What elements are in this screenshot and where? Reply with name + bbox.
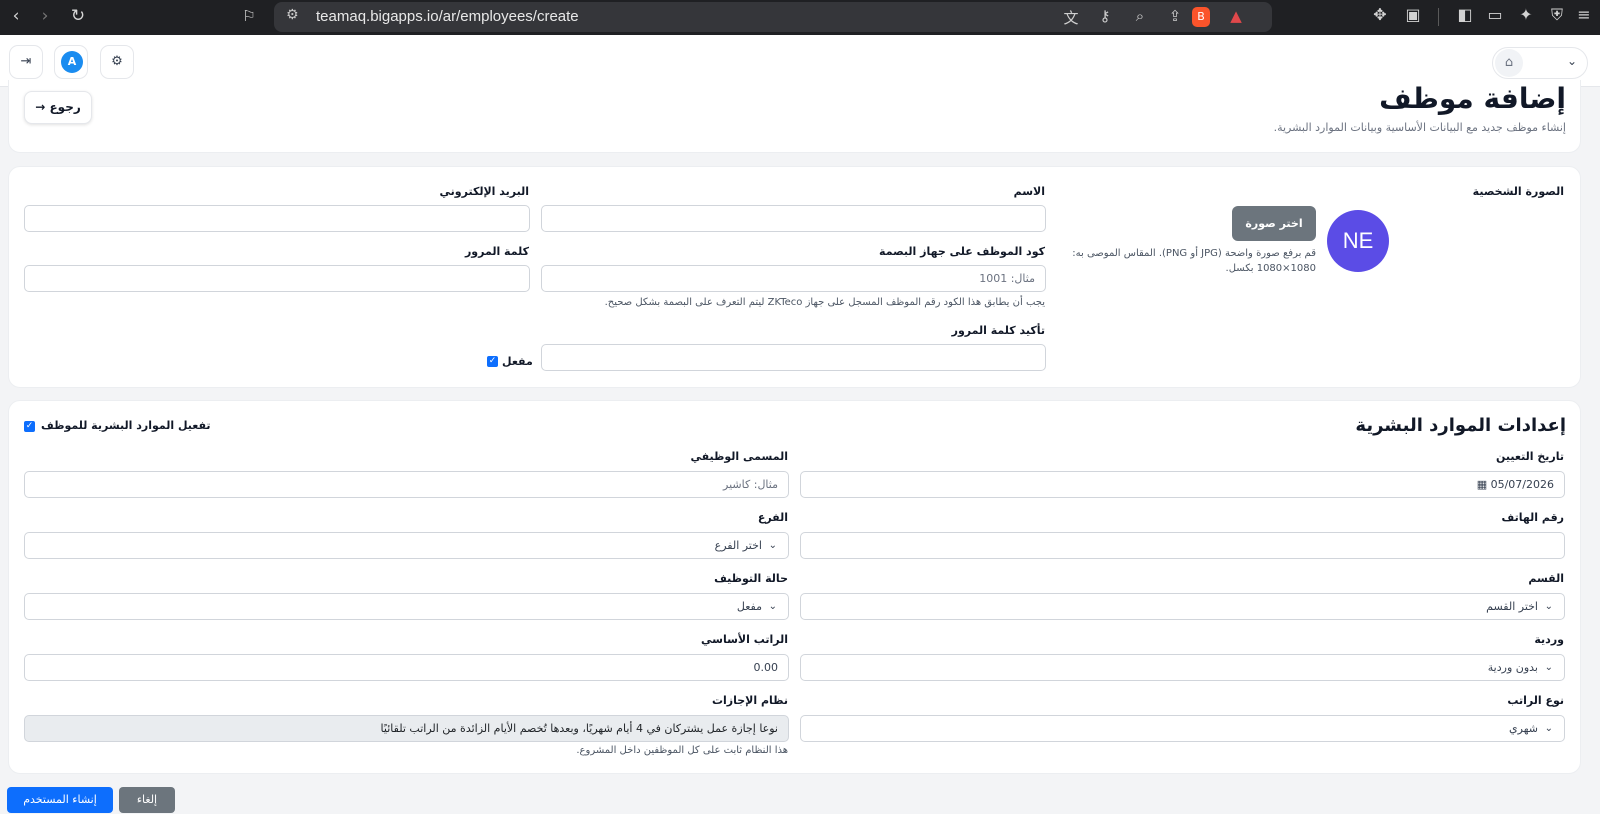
- home-icon[interactable]: ⌂: [1495, 49, 1523, 77]
- chevron-down-icon: ⌄: [1544, 601, 1553, 612]
- leo-ai-icon[interactable]: ✦: [1514, 5, 1538, 24]
- password-label: كلمة المرور: [464, 245, 529, 258]
- back-label: رجوع: [49, 100, 81, 114]
- choose-photo-button[interactable]: اختر صورة: [1232, 206, 1316, 241]
- brave-shield-icon[interactable]: B: [1192, 7, 1210, 27]
- leave-system-input: نوعا إجازة عمل يشتركان في 4 أيام شهريًا،…: [24, 715, 789, 742]
- vpn-icon[interactable]: ⛨: [1545, 5, 1569, 25]
- hire-date-value: 05/07/2026: [1490, 478, 1554, 491]
- shift-label: وردية: [1534, 633, 1564, 646]
- chevron-down-icon: ⌄: [1544, 662, 1553, 673]
- photo-help-line2: 1080×1080 بكسل.: [1225, 263, 1316, 274]
- password-input[interactable]: [24, 265, 530, 292]
- photo-label: الصورة الشخصية: [1472, 185, 1564, 198]
- check-icon: ✓: [25, 421, 34, 431]
- device-code-input[interactable]: مثال: 1001: [541, 265, 1046, 292]
- page-title: إضافة موظف: [1379, 82, 1566, 115]
- chevron-down-icon: ⌄: [768, 540, 777, 551]
- employment-status-value: مفعل: [736, 600, 762, 613]
- key-icon[interactable]: ⚷: [1094, 7, 1116, 25]
- settings-button[interactable]: ⚙: [100, 45, 134, 79]
- reload-icon[interactable]: ↻: [66, 4, 90, 28]
- device-code-label: كود الموظف على جهاز البصمة: [879, 245, 1045, 258]
- forward-arrow-icon[interactable]: ›: [33, 4, 57, 28]
- chevron-down-icon[interactable]: ⌄: [1567, 54, 1577, 68]
- base-salary-input[interactable]: 0.00: [24, 654, 789, 681]
- bookmark-icon[interactable]: ⚐: [237, 4, 261, 28]
- cancel-button[interactable]: إلغاء: [119, 787, 175, 813]
- chevron-down-icon: ⌄: [1544, 723, 1553, 734]
- hire-date-label: تاريخ التعيين: [1496, 450, 1564, 463]
- logout-button[interactable]: ⇥: [9, 45, 43, 79]
- confirm-password-input[interactable]: [541, 344, 1046, 371]
- shift-select[interactable]: ⌄ بدون وردية: [800, 654, 1565, 681]
- employee-avatar: NE: [1327, 210, 1389, 272]
- hr-enable-checkbox[interactable]: ✓: [24, 421, 35, 432]
- phone-label: رقم الهاتف: [1501, 511, 1564, 524]
- name-label: الاسم: [1013, 185, 1045, 198]
- share-icon[interactable]: ⇪: [1164, 7, 1186, 25]
- email-input[interactable]: [24, 205, 530, 232]
- logout-icon: ⇥: [20, 54, 32, 69]
- calendar-icon[interactable]: ▦: [1477, 478, 1487, 491]
- zoom-icon[interactable]: ⌕: [1129, 7, 1151, 25]
- job-title-input[interactable]: مثال: كاشير: [24, 471, 789, 498]
- device-code-help: يجب أن يطابق هذا الكود رقم الموظف المسجل…: [604, 297, 1045, 308]
- site-settings-icon[interactable]: ⚙: [286, 7, 299, 23]
- address-bar[interactable]: ⚙ teamaq.bigapps.io/ar/employees/create …: [274, 2, 1272, 32]
- salary-type-value: شهري: [1509, 722, 1538, 735]
- arrow-right-icon: →: [35, 100, 46, 114]
- extensions-icon[interactable]: ✥: [1368, 5, 1392, 24]
- home-menu[interactable]: ⌂ ⌄: [1492, 47, 1588, 79]
- wallet-icon[interactable]: ▭: [1483, 5, 1507, 24]
- employment-status-select[interactable]: ⌄ مفعل: [24, 593, 789, 620]
- header-card: [8, 80, 1581, 153]
- page-subtitle: إنشاء موظف جديد مع البيانات الأساسية وبي…: [1273, 121, 1566, 134]
- check-icon: ✓: [488, 356, 497, 366]
- department-label: القسم: [1528, 572, 1564, 585]
- gear-icon: ⚙: [111, 54, 123, 69]
- menu-icon[interactable]: ≡: [1572, 5, 1596, 24]
- salary-type-label: نوع الراتب: [1507, 694, 1564, 707]
- hr-enable-label: تفعيل الموارد البشرية للموظف: [41, 419, 211, 432]
- name-input[interactable]: [541, 205, 1046, 232]
- salary-type-select[interactable]: ⌄ شهري: [800, 715, 1565, 742]
- phone-input[interactable]: [800, 532, 1565, 559]
- branch-label: الفرع: [757, 511, 788, 524]
- branch-select[interactable]: ⌄ اختر الفرع: [24, 532, 789, 559]
- employment-status-label: حالة التوظيف: [714, 572, 788, 585]
- translate-icon[interactable]: 文: [1060, 7, 1082, 28]
- base-salary-label: الراتب الأساسي: [701, 633, 788, 646]
- sidebar-icon[interactable]: ◧: [1453, 5, 1477, 24]
- shift-value: بدون وردية: [1487, 661, 1538, 674]
- department-select[interactable]: ⌄ اختر القسم: [800, 593, 1565, 620]
- job-title-label: المسمى الوظيفي: [690, 450, 789, 463]
- photo-help-line1: قم برفع صورة واضحة (JPG أو PNG). المقاس …: [1072, 248, 1316, 259]
- back-arrow-icon[interactable]: ‹: [4, 4, 28, 28]
- leave-system-label: نظام الإجازات: [711, 694, 788, 707]
- active-label: مفعل: [502, 355, 533, 368]
- hire-date-input[interactable]: 05/07/2026 ▦: [800, 471, 1565, 498]
- reader-icon[interactable]: ▣: [1401, 5, 1425, 24]
- department-value: اختر القسم: [1486, 600, 1538, 613]
- chevron-down-icon: ⌄: [768, 601, 777, 612]
- confirm-password-label: تأكيد كلمة المرور: [951, 324, 1045, 337]
- email-label: البريد الإلكتروني: [439, 185, 529, 198]
- hr-section-title: إعدادات الموارد البشرية: [1355, 415, 1566, 436]
- avatar[interactable]: A: [61, 51, 83, 73]
- branch-value: اختر الفرع: [714, 539, 762, 552]
- browser-toolbar: ‹ › ↻ ⚐ ⚙ teamaq.bigapps.io/ar/employees…: [0, 0, 1600, 35]
- create-user-button[interactable]: إنشاء المستخدم: [7, 787, 113, 813]
- leave-system-help: هذا النظام ثابت على كل الموظفين داخل الم…: [576, 745, 788, 756]
- back-button[interactable]: رجوع →: [24, 91, 92, 124]
- active-checkbox[interactable]: ✓: [487, 356, 498, 367]
- rewards-icon[interactable]: ▲: [1225, 7, 1247, 25]
- url-text[interactable]: teamaq.bigapps.io/ar/employees/create: [316, 8, 579, 25]
